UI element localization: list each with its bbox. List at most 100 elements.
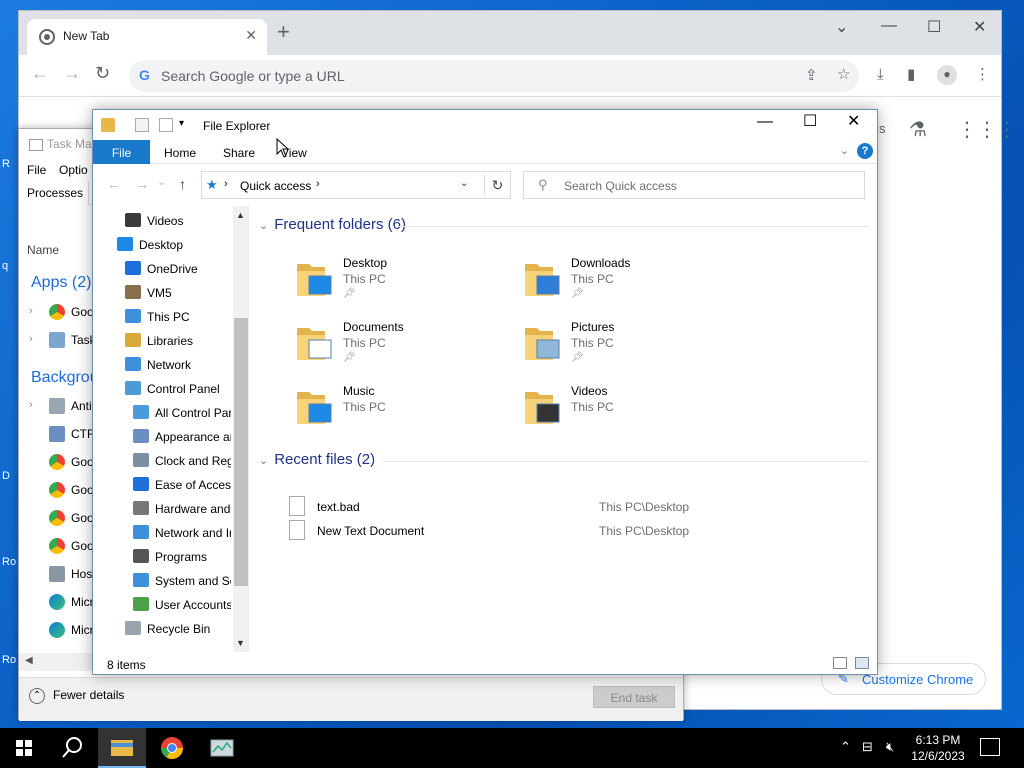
nav-item[interactable]: OneDrive (125, 258, 231, 280)
recent-file-row[interactable]: text.bad This PC\Desktop (289, 496, 709, 518)
back-icon[interactable]: ← (107, 177, 121, 191)
folder-tile[interactable]: Downloads This PC 📌︎ (523, 256, 743, 312)
recent-file-row[interactable]: New Text Document This PC\Desktop (289, 520, 709, 542)
folder-tile[interactable]: Music This PC (295, 384, 515, 440)
quick-access-dropdown-icon[interactable]: ▾ (179, 118, 184, 129)
nav-item[interactable]: Clock and Regi (133, 450, 231, 472)
minimize-button[interactable]: — (881, 17, 897, 35)
end-task-button[interactable]: End task (593, 686, 675, 708)
nav-scrollbar[interactable]: ▲ ▼ (233, 206, 249, 652)
maximize-button[interactable]: ☐ (803, 114, 817, 130)
recent-files-header[interactable]: ⌄ Recent files (2) (259, 451, 869, 468)
show-hidden-icons-icon[interactable]: ⌃ (840, 740, 851, 753)
desktop-icon-label[interactable]: q (2, 260, 8, 272)
up-icon[interactable]: ↑ (179, 177, 186, 191)
expand-chevron-icon[interactable]: › (29, 333, 33, 345)
fewer-details-button[interactable]: ⌃ Fewer details (29, 688, 124, 704)
nav-item[interactable]: Libraries (125, 330, 231, 352)
nav-item[interactable]: Hardware and (133, 498, 231, 520)
labs-flask-icon[interactable]: ⚗ (909, 117, 927, 142)
details-view-icon[interactable] (833, 657, 847, 669)
nav-item[interactable]: Videos (125, 210, 231, 232)
scroll-down-icon[interactable]: ▼ (236, 638, 245, 648)
close-tab-icon[interactable]: ✕ (245, 27, 257, 44)
menu-options[interactable]: Optio (59, 163, 88, 177)
scroll-left-icon[interactable]: ◀ (25, 655, 33, 666)
bookmark-star-icon[interactable]: ☆ (837, 67, 850, 82)
folder-tile[interactable]: Documents This PC 📌︎ (295, 320, 515, 376)
nav-item[interactable]: Control Panel (125, 378, 231, 400)
search-box[interactable]: ⚲ Search Quick access (523, 171, 865, 199)
ribbon-tab-home[interactable]: Home (164, 146, 196, 160)
help-icon[interactable]: ? (857, 143, 873, 159)
maximize-button[interactable]: ☐ (927, 17, 941, 37)
profile-avatar-icon[interactable]: ● (937, 65, 957, 85)
close-button[interactable]: ✕ (973, 17, 986, 37)
taskbar-chrome[interactable] (148, 728, 196, 768)
horizontal-scrollbar[interactable]: ◀ (19, 653, 93, 671)
ribbon-tab-file[interactable]: File (93, 140, 150, 164)
nav-item[interactable]: Appearance an (133, 426, 231, 448)
desktop-icon-label[interactable]: R (2, 158, 10, 170)
breadcrumb-quick-access[interactable]: Quick access (240, 179, 311, 193)
desktop-icon-label[interactable]: D (2, 470, 10, 482)
nav-item[interactable]: Desktop (117, 234, 231, 256)
collapse-chevron-icon[interactable]: ⌄ (259, 455, 268, 467)
menu-file[interactable]: File (27, 163, 46, 177)
collapse-chevron-icon[interactable]: ⌄ (259, 220, 268, 232)
folder-tile[interactable]: Videos This PC (523, 384, 743, 440)
minimize-button[interactable]: — (757, 114, 773, 130)
forward-icon[interactable]: → (63, 64, 81, 82)
new-folder-icon[interactable] (159, 118, 173, 132)
nav-item[interactable]: Recycle Bin (125, 618, 231, 640)
scroll-thumb[interactable] (234, 318, 248, 586)
nav-item[interactable]: Network and Ir (133, 522, 231, 544)
clock[interactable]: 6:13 PM 12/6/2023 (906, 732, 970, 764)
tab-processes[interactable]: Processes (19, 181, 89, 205)
frequent-folders-header[interactable]: ⌄ Frequent folders (6) (259, 216, 869, 233)
nav-item[interactable]: Ease of Access (133, 474, 231, 496)
close-button[interactable]: ✕ (847, 114, 860, 130)
tab-search-icon[interactable]: ⌄ (835, 17, 848, 37)
refresh-icon[interactable]: ↻ (484, 175, 510, 195)
desktop-icon-label[interactable]: Ro (2, 654, 16, 666)
desktop-icon-label[interactable]: Ro (2, 556, 16, 568)
apps-grid-icon[interactable]: ⋮⋮⋮ (957, 117, 1017, 142)
nav-item[interactable]: This PC (125, 306, 231, 328)
nav-item[interactable]: Programs (133, 546, 231, 568)
breadcrumb-separator-icon[interactable]: › (316, 178, 320, 190)
expand-chevron-icon[interactable]: › (29, 305, 33, 317)
nav-item[interactable]: User Accounts (133, 594, 231, 616)
share-icon[interactable]: ⇪ (805, 68, 818, 83)
folder-tile[interactable]: Desktop This PC 📌︎ (295, 256, 515, 312)
expand-ribbon-icon[interactable]: ⌄ (840, 144, 849, 157)
chrome-tab-new-tab[interactable]: New Tab ✕ (27, 19, 267, 55)
column-header-name[interactable]: Name (27, 243, 59, 257)
nav-item[interactable]: VM5 (125, 282, 231, 304)
nav-item[interactable]: System and Sec (133, 570, 231, 592)
folder-tile[interactable]: Pictures This PC 📌︎ (523, 320, 743, 376)
taskbar-task-manager[interactable] (198, 728, 246, 768)
menu-kebab-icon[interactable]: ⋮ (975, 67, 990, 82)
notification-center-icon[interactable] (980, 738, 1000, 756)
omnibox[interactable]: G Search Google or type a URL ⇪ ☆ (129, 60, 859, 92)
network-icon[interactable]: ⊟ (862, 740, 873, 753)
address-dropdown-icon[interactable]: ⌄ (460, 178, 468, 189)
large-icons-view-icon[interactable] (855, 657, 869, 669)
nav-item[interactable]: All Control Par (133, 402, 231, 424)
expand-chevron-icon[interactable]: › (29, 399, 33, 411)
forward-icon[interactable]: → (135, 177, 149, 191)
start-button[interactable] (0, 728, 48, 768)
scroll-up-icon[interactable]: ▲ (236, 210, 245, 220)
reload-icon[interactable]: ↻ (95, 64, 110, 82)
nav-item[interactable]: Network (125, 354, 231, 376)
side-panel-icon[interactable]: ▮ (907, 67, 915, 82)
recent-locations-icon[interactable]: ⌄ (157, 177, 166, 188)
volume-muted-icon[interactable]: 🔇︎ (886, 740, 894, 753)
search-button[interactable] (48, 728, 96, 768)
download-icon[interactable]: ⤓ (877, 67, 884, 82)
ribbon-tab-share[interactable]: Share (223, 146, 255, 160)
back-icon[interactable]: ← (31, 64, 49, 82)
address-bar[interactable]: ★ › Quick access › ⌄ ↻ (201, 171, 511, 199)
new-tab-button[interactable]: + (277, 21, 290, 43)
